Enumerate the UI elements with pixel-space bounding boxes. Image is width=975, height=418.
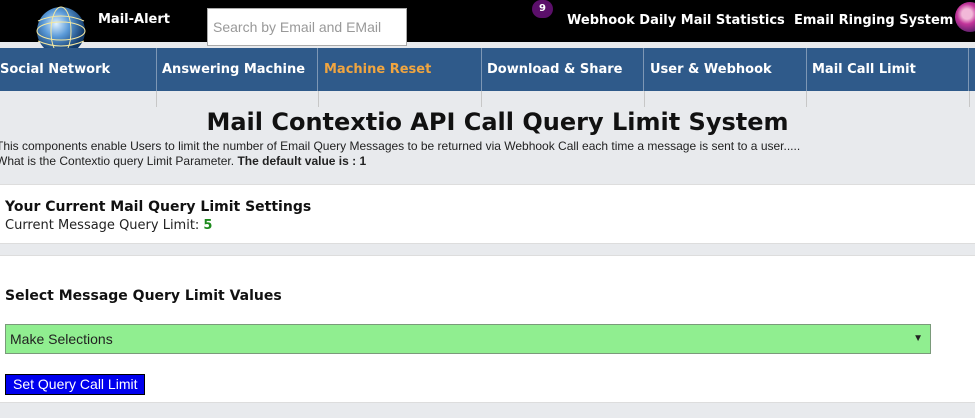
divider bbox=[156, 91, 157, 107]
current-limit-value: 5 bbox=[203, 218, 213, 233]
query-limit-select[interactable]: Make Selections ▼ bbox=[5, 324, 931, 354]
divider bbox=[969, 91, 970, 107]
set-query-limit-button[interactable]: Set Query Call Limit bbox=[5, 374, 146, 395]
selection-panel: Select Message Query Limit Values Make S… bbox=[0, 255, 975, 403]
chevron-down-icon[interactable]: ▼ bbox=[913, 325, 923, 353]
email-ringing-link[interactable]: Email Ringing System bbox=[794, 13, 953, 28]
globe-logo-icon[interactable] bbox=[30, 1, 92, 53]
divider bbox=[644, 91, 645, 107]
brand-name[interactable]: Mail-Alert bbox=[98, 12, 170, 27]
divider bbox=[806, 91, 807, 107]
nav-answering-machine[interactable]: Answering Machine bbox=[157, 48, 318, 91]
current-settings-panel: Your Current Mail Query Limit Settings C… bbox=[0, 184, 975, 244]
current-limit-label: Current Message Query Limit: bbox=[5, 218, 200, 233]
user-avatar[interactable] bbox=[955, 2, 975, 32]
select-value: Make Selections bbox=[10, 331, 113, 347]
search-input[interactable] bbox=[207, 8, 407, 46]
webhook-statistics-link[interactable]: Webhook Daily Mail Statistics bbox=[567, 13, 785, 28]
nav-download-share[interactable]: Download & Share bbox=[482, 48, 644, 91]
nav-social-network[interactable]: Social Network bbox=[0, 48, 157, 91]
nav-user-webhook[interactable]: User & Webhook bbox=[645, 48, 807, 91]
page-title: Mail Contextio API Call Query Limit Syst… bbox=[206, 108, 789, 136]
current-limit-row: Current Message Query Limit: 5 bbox=[5, 218, 212, 233]
default-value-note: The default value is : 1 bbox=[237, 154, 367, 168]
notification-badge[interactable]: 9 bbox=[532, 0, 553, 18]
nav-separator-row bbox=[0, 91, 975, 107]
description-question: What is the Contextio query Limit Parame… bbox=[0, 154, 235, 168]
top-bar: Mail-Alert 9 Webhook Daily Mail Statisti… bbox=[0, 0, 975, 53]
divider bbox=[318, 91, 319, 107]
page-description: This components enable Users to limit th… bbox=[0, 139, 975, 169]
description-line: This components enable Users to limit th… bbox=[0, 139, 801, 153]
current-settings-heading: Your Current Mail Query Limit Settings bbox=[5, 199, 312, 215]
nav-machine-reset[interactable]: Machine Reset bbox=[319, 48, 482, 91]
selection-heading: Select Message Query Limit Values bbox=[5, 288, 282, 304]
description-line: What is the Contextio query Limit Parame… bbox=[0, 154, 975, 169]
nav-mail-call-limit[interactable]: Mail Call Limit bbox=[807, 48, 969, 91]
main-nav: Social Network Answering Machine Machine… bbox=[0, 48, 975, 91]
divider bbox=[481, 91, 482, 107]
